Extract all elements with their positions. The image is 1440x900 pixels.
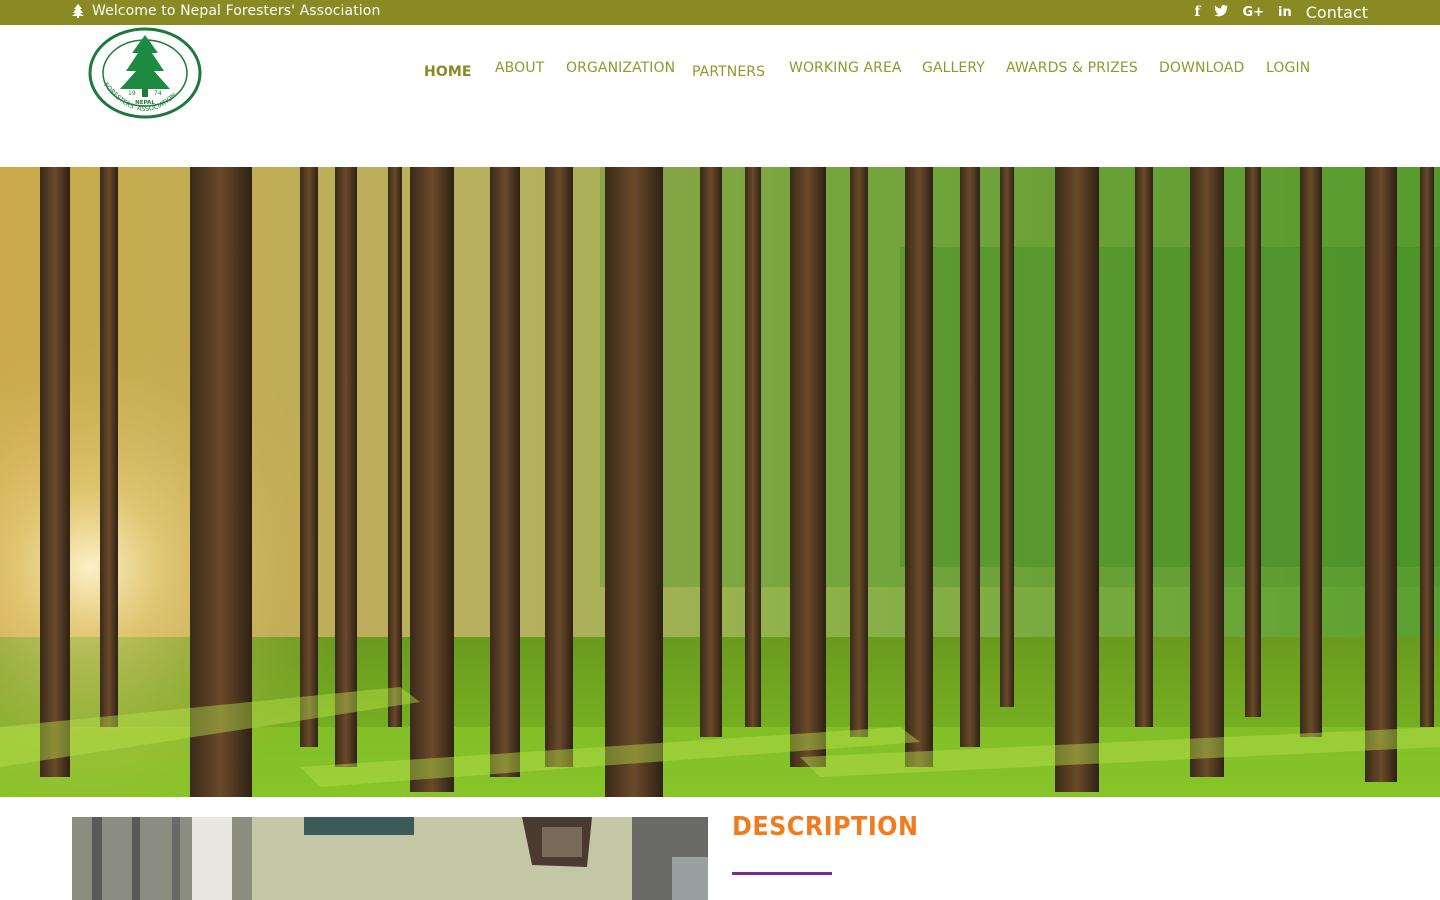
welcome-text: Welcome to Nepal Foresters' Association [92,3,381,19]
nav-organization[interactable]: ORGANIZATION [566,60,675,76]
hero-banner [0,167,1440,797]
top-bar: Welcome to Nepal Foresters' Association … [0,0,1440,25]
nav-working-area[interactable]: WORKING AREA [789,60,902,76]
nav-home[interactable]: HOME [424,64,472,80]
site-header: 19 74 NEPAL FORESTERS' ASSOCIATION HOME … [0,25,1440,167]
nav-download[interactable]: DOWNLOAD [1159,60,1244,76]
title-underline [732,872,832,875]
nav-login[interactable]: LOGIN [1266,60,1310,76]
twitter-icon[interactable] [1214,4,1229,20]
nav-partners[interactable]: PARTNERS [692,64,765,80]
office-photo [72,817,708,900]
main-nav: HOME ABOUT ORGANIZATION PARTNERS WORKING… [0,25,1440,125]
welcome-message: Welcome to Nepal Foresters' Association [72,0,380,22]
nav-about[interactable]: ABOUT [495,60,544,76]
nav-awards-prizes[interactable]: AWARDS & PRIZES [1006,60,1138,76]
social-links: f G+ in Contact [1180,0,1368,24]
linkedin-icon[interactable]: in [1278,6,1292,19]
google-plus-icon[interactable]: G+ [1242,6,1264,19]
tree-icon [72,4,84,18]
contact-link[interactable]: Contact [1306,3,1368,22]
nav-gallery[interactable]: GALLERY [922,60,985,76]
description-title: DESCRIPTION [732,812,919,842]
facebook-icon[interactable]: f [1194,5,1200,19]
forest-image [0,167,1440,797]
